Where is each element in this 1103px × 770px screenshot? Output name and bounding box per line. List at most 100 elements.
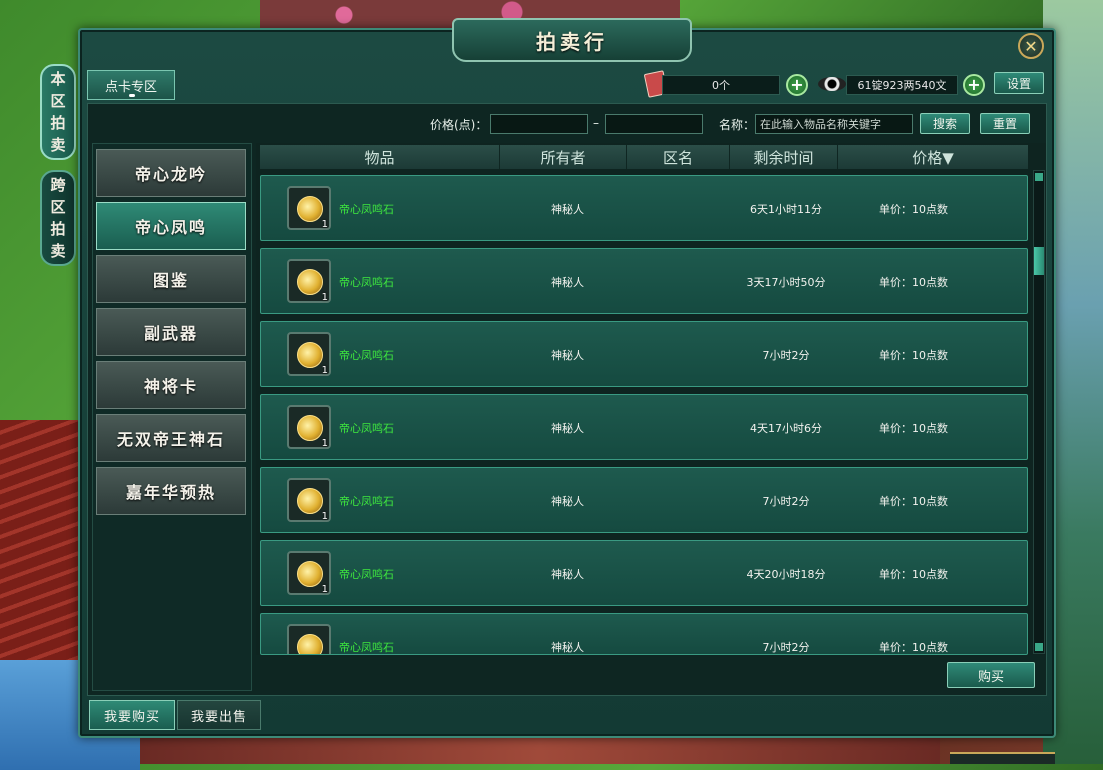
item-remaining-time: 3天17小时50分 <box>746 276 826 289</box>
search-button[interactable]: 搜索 <box>920 113 970 134</box>
item-owner: 神秘人 <box>551 422 584 435</box>
item-name: 帝心凤鸣石 <box>339 568 394 581</box>
side-tab-cross-auction[interactable]: 跨 区 拍 卖 <box>40 170 76 266</box>
item-icon: 1 <box>287 332 331 376</box>
table-row[interactable]: 1 帝心凤鸣石 神秘人 7小时2分 单价：10点数 <box>260 321 1028 387</box>
item-price: 单价：10点数 <box>879 422 948 435</box>
side-tab-local-auction[interactable]: 本 区 拍 卖 <box>40 64 76 160</box>
table-row[interactable]: 1 帝心凤鸣石 神秘人 7小时2分 单价：10点数 <box>260 613 1028 655</box>
add-money-button[interactable]: + <box>963 74 985 96</box>
scroll-up-icon[interactable] <box>1035 173 1043 181</box>
item-icon: 1 <box>287 551 331 595</box>
listing-scrollbar[interactable] <box>1033 170 1045 654</box>
phoenix-stone-icon <box>297 488 323 514</box>
phoenix-stone-icon <box>297 342 323 368</box>
minimap-corner <box>950 752 1055 764</box>
item-icon: 1 <box>287 478 331 522</box>
name-search-input[interactable]: 在此输入物品名称关键字 <box>755 114 913 134</box>
item-quantity: 1 <box>321 292 328 303</box>
side-tab-char: 卖 <box>50 136 66 154</box>
item-owner: 神秘人 <box>551 276 584 289</box>
phoenix-stone-icon <box>297 415 323 441</box>
col-header-price[interactable]: 价格▼ <box>838 145 1028 169</box>
category-button[interactable]: 副武器 <box>96 308 246 356</box>
item-quantity: 1 <box>321 219 328 230</box>
buy-button[interactable]: 购买 <box>947 662 1035 688</box>
item-icon: 1 <box>287 405 331 449</box>
col-header-item[interactable]: 物品 <box>260 145 500 169</box>
item-quantity: 1 <box>321 511 328 522</box>
window-title: 拍卖行 <box>452 18 692 62</box>
item-owner: 神秘人 <box>551 349 584 362</box>
col-header-zone[interactable]: 区名 <box>627 145 730 169</box>
item-remaining-time: 6天1小时11分 <box>750 203 822 216</box>
phoenix-stone-icon <box>297 196 323 222</box>
item-remaining-time: 7小时2分 <box>762 495 810 508</box>
item-price: 单价：10点数 <box>879 641 948 654</box>
item-name: 帝心凤鸣石 <box>339 641 394 654</box>
item-price: 单价：10点数 <box>879 203 948 216</box>
category-button[interactable]: 图鉴 <box>96 255 246 303</box>
price-label: 价格(点)： <box>430 118 488 132</box>
tab-sell[interactable]: 我要出售 <box>177 700 261 730</box>
side-tab-char: 区 <box>50 198 66 216</box>
table-row[interactable]: 1 帝心凤鸣石 神秘人 7小时2分 单价：10点数 <box>260 467 1028 533</box>
item-price: 单价：10点数 <box>879 495 948 508</box>
item-quantity: 1 <box>321 438 328 449</box>
item-icon: 1 <box>287 186 331 230</box>
item-name: 帝心凤鸣石 <box>339 349 394 362</box>
background-railing <box>140 738 940 764</box>
item-name: 帝心凤鸣石 <box>339 276 394 289</box>
item-name: 帝心凤鸣石 <box>339 495 394 508</box>
background-roof <box>0 420 90 680</box>
table-row[interactable]: 1 帝心凤鸣石 神秘人 4天20小时18分 单价：10点数 <box>260 540 1028 606</box>
phoenix-stone-icon <box>297 561 323 587</box>
reset-button[interactable]: 重置 <box>980 113 1030 134</box>
scroll-thumb[interactable] <box>1034 247 1044 275</box>
points-count: 0个 <box>662 75 780 95</box>
category-button[interactable]: 无双帝王神石 <box>96 414 246 462</box>
side-tab-char: 本 <box>50 70 66 88</box>
item-name: 帝心凤鸣石 <box>339 422 394 435</box>
name-label: 名称： <box>719 118 756 132</box>
col-header-owner[interactable]: 所有者 <box>500 145 627 169</box>
price-min-input[interactable] <box>490 114 588 134</box>
money-amount: 61锭923两540文 <box>846 75 958 95</box>
phoenix-stone-icon <box>297 269 323 295</box>
item-quantity: 1 <box>321 584 328 595</box>
item-owner: 神秘人 <box>551 203 584 216</box>
side-tab-char: 拍 <box>50 114 66 132</box>
item-price: 单价：10点数 <box>879 349 948 362</box>
add-points-button[interactable]: + <box>786 74 808 96</box>
side-tab-char: 拍 <box>50 220 66 238</box>
tab-point-card-zone[interactable]: 点卡专区 <box>87 70 175 100</box>
side-tab-char: 卖 <box>50 242 66 260</box>
table-row[interactable]: 1 帝心凤鸣石 神秘人 6天1小时11分 单价：10点数 <box>260 175 1028 241</box>
table-row[interactable]: 1 帝心凤鸣石 神秘人 4天17小时6分 单价：10点数 <box>260 394 1028 460</box>
item-owner: 神秘人 <box>551 568 584 581</box>
item-remaining-time: 7小时2分 <box>762 349 810 362</box>
category-button[interactable]: 嘉年华预热 <box>96 467 246 515</box>
category-button[interactable]: 帝心龙吟 <box>96 149 246 197</box>
scroll-down-icon[interactable] <box>1035 643 1043 651</box>
phoenix-stone-icon <box>297 634 323 654</box>
side-tab-char: 跨 <box>50 176 66 194</box>
item-quantity: 1 <box>321 365 328 376</box>
item-remaining-time: 4天17小时6分 <box>750 422 822 435</box>
item-name: 帝心凤鸣石 <box>339 203 394 216</box>
item-owner: 神秘人 <box>551 495 584 508</box>
category-button[interactable]: 帝心凤鸣 <box>96 202 246 250</box>
item-remaining-time: 7小时2分 <box>762 641 810 654</box>
tab-buy[interactable]: 我要购买 <box>89 700 175 730</box>
table-row[interactable]: 1 帝心凤鸣石 神秘人 3天17小时50分 单价：10点数 <box>260 248 1028 314</box>
col-header-remaining-time[interactable]: 剩余时间 <box>730 145 838 169</box>
item-icon: 1 <box>287 624 331 654</box>
table-header: 物品 所有者 区名 剩余时间 价格▼ <box>260 145 1028 169</box>
price-max-input[interactable] <box>605 114 703 134</box>
settings-button[interactable]: 设置 <box>994 72 1044 94</box>
price-range-dash: – <box>593 116 599 130</box>
item-icon: 1 <box>287 259 331 303</box>
category-button[interactable]: 神将卡 <box>96 361 246 409</box>
item-price: 单价：10点数 <box>879 276 948 289</box>
close-icon[interactable]: ✕ <box>1018 33 1044 59</box>
